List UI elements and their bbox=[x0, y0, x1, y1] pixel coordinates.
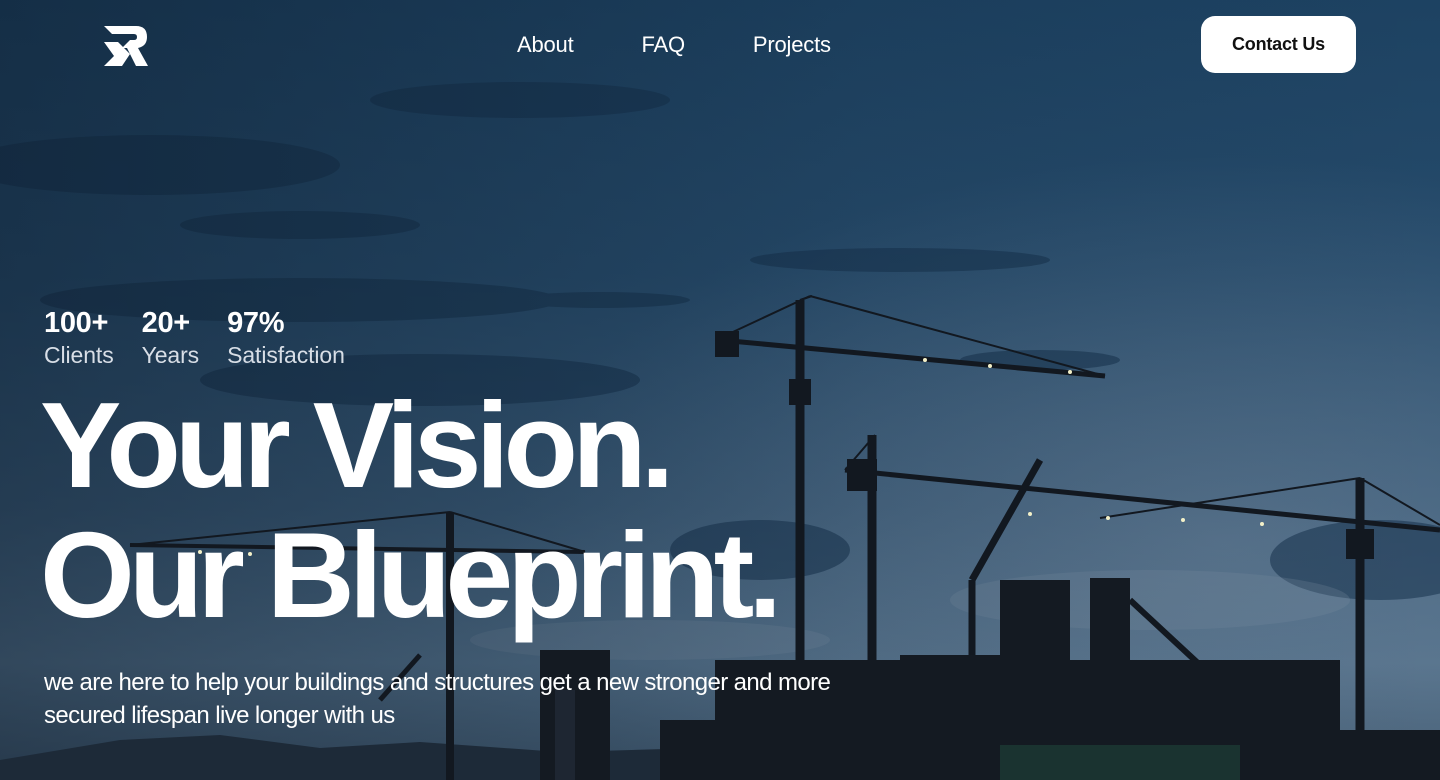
contact-us-button[interactable]: Contact Us bbox=[1201, 16, 1356, 73]
hero-headline: Your Vision. Our Blueprint. bbox=[40, 380, 940, 640]
stat-years: 20+ Years bbox=[141, 306, 200, 370]
nav-link-projects[interactable]: Projects bbox=[753, 30, 831, 60]
main-nav: About FAQ Projects bbox=[517, 30, 831, 60]
logo-icon[interactable] bbox=[100, 22, 150, 68]
stat-label: Satisfaction bbox=[227, 342, 345, 368]
headline-line-2: Our Blueprint. bbox=[40, 507, 782, 643]
stat-satisfaction: 97% Satisfaction bbox=[227, 306, 345, 370]
stat-value: 20+ bbox=[141, 307, 191, 339]
stat-label: Years bbox=[141, 342, 200, 368]
headline-line-1: Your Vision. bbox=[40, 377, 675, 513]
stat-value: 100+ bbox=[44, 307, 109, 339]
stats-row: 100+ Clients 20+ Years 97% Satisfaction bbox=[44, 306, 373, 370]
hero-subtext: we are here to help your buildings and s… bbox=[44, 669, 831, 729]
stat-value: 97% bbox=[227, 307, 285, 339]
nav-link-about[interactable]: About bbox=[517, 30, 574, 60]
stat-clients: 100+ Clients bbox=[44, 306, 114, 370]
nav-link-faq[interactable]: FAQ bbox=[642, 30, 686, 60]
stat-label: Clients bbox=[44, 342, 114, 368]
